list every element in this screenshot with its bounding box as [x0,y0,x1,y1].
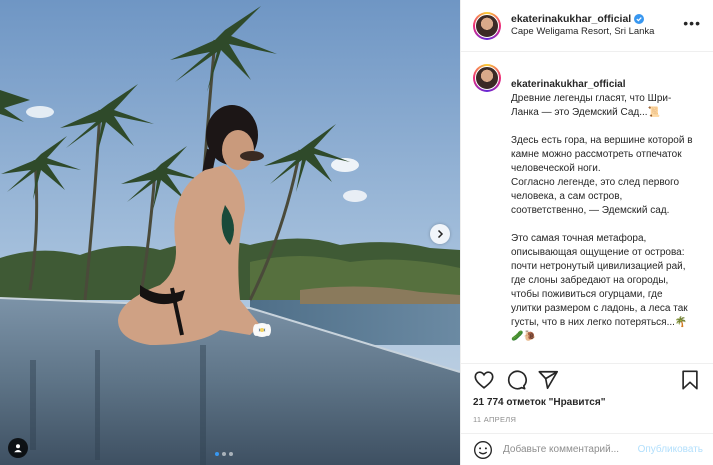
carousel-dot [215,452,219,456]
post-date[interactable]: 11 АПРЕЛЯ [461,411,713,433]
bookmark-icon[interactable] [679,369,701,391]
caption-paragraph-3: Это самая точная метафора, описывающая о… [511,233,688,342]
caption-avatar[interactable] [473,64,501,92]
caption-text: ekaterinakukhar_official Древние легенды… [511,64,696,358]
publish-button[interactable]: Опубликовать [638,444,703,455]
user-tag-icon [14,444,22,453]
carousel-indicator [215,452,233,456]
likes-count[interactable]: 21 774 отметок "Нравится" [461,395,713,411]
more-options-button[interactable]: ••• [681,15,703,37]
next-photo-button[interactable] [430,224,450,244]
author-username-text: ekaterinakukhar_official [511,13,632,25]
avatar[interactable] [473,11,501,40]
post-modal: ekaterinakukhar_official Cape Weligama R… [0,0,713,465]
post-side-panel: ekaterinakukhar_official Cape Weligama R… [460,0,713,465]
comment-input[interactable] [503,444,638,455]
caption-paragraph-1: Древние легенды гласят, что Шри-Ланка — … [511,93,672,118]
chevron-right-icon [437,229,444,239]
verified-icon [634,14,645,25]
tagged-users-button[interactable] [8,438,28,458]
post-actions [461,363,713,395]
comment-form: Опубликовать [461,433,713,465]
comment-icon[interactable] [505,369,527,391]
caption-area: ekaterinakukhar_official Древние легенды… [461,52,713,363]
post-header: ekaterinakukhar_official Cape Weligama R… [461,0,713,52]
smiley-icon[interactable] [473,440,493,460]
post-location[interactable]: Cape Weligama Resort, Sri Lanka [511,26,681,39]
photo-scene [0,0,460,465]
carousel-dot [222,452,226,456]
heart-icon[interactable] [473,369,495,391]
caption-paragraph-2: Здесь есть гора, на вершине которой в ка… [511,135,693,216]
carousel-dot [229,452,233,456]
caption-username[interactable]: ekaterinakukhar_official [511,78,626,92]
post-photo[interactable] [0,0,460,465]
author-username[interactable]: ekaterinakukhar_official [511,12,645,26]
share-icon[interactable] [537,369,559,391]
